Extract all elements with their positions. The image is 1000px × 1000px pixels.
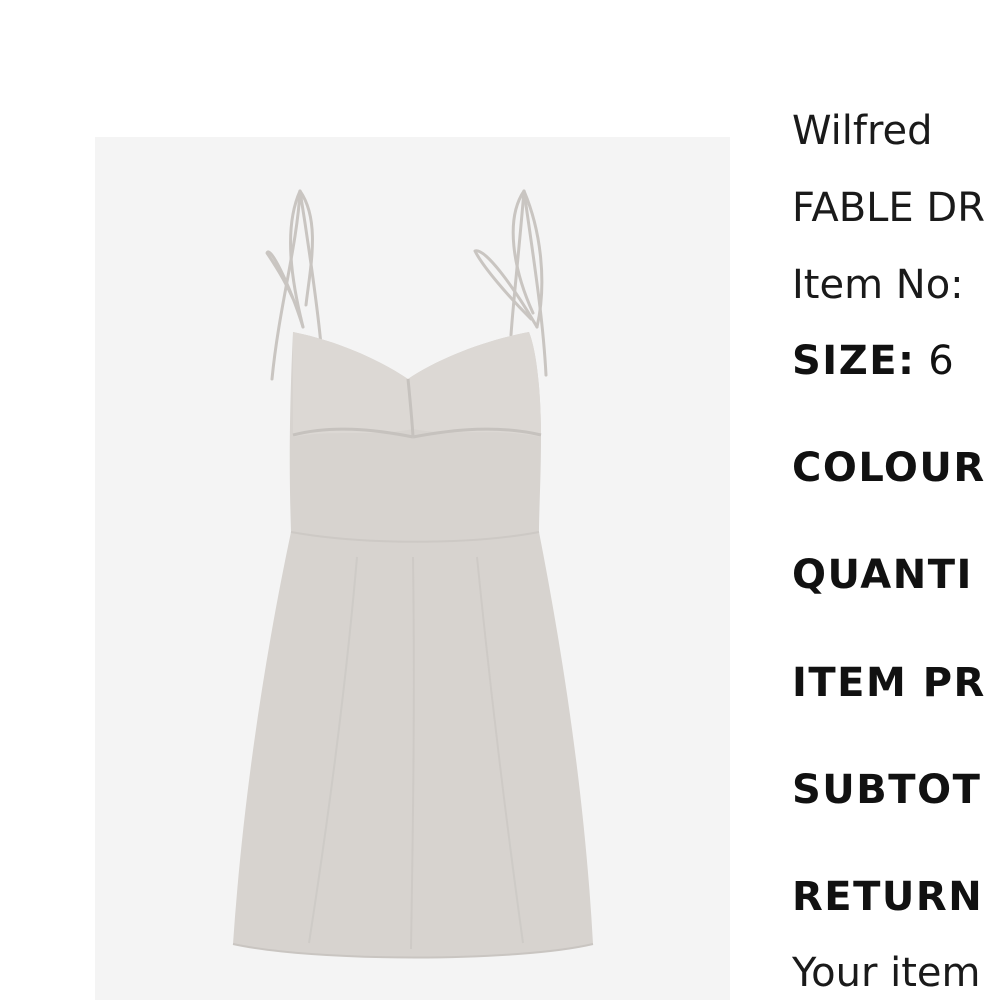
- size-row: SIZE: 6: [792, 338, 954, 384]
- product-image: [95, 137, 730, 1000]
- returns-label: RETURN: [792, 874, 984, 920]
- quantity-label: QUANTI: [792, 552, 973, 598]
- colour-label: COLOUR: [792, 445, 986, 491]
- size-label: SIZE:: [792, 338, 916, 384]
- size-value: 6: [928, 338, 954, 384]
- product-details: Wilfred FABLE DR Item No: SIZE: 6 COLOUR…: [792, 0, 1000, 1000]
- subtotal-label: SUBTOT: [792, 767, 982, 813]
- item-price-label: ITEM PR: [792, 660, 986, 706]
- returns-text: Your item: [792, 950, 981, 996]
- product-name[interactable]: FABLE DR: [792, 185, 985, 231]
- item-number-label: Item No:: [792, 262, 964, 308]
- dress-illustration: [232, 189, 594, 959]
- order-item-page: Wilfred FABLE DR Item No: SIZE: 6 COLOUR…: [0, 0, 1000, 1000]
- brand-name[interactable]: Wilfred: [792, 108, 933, 154]
